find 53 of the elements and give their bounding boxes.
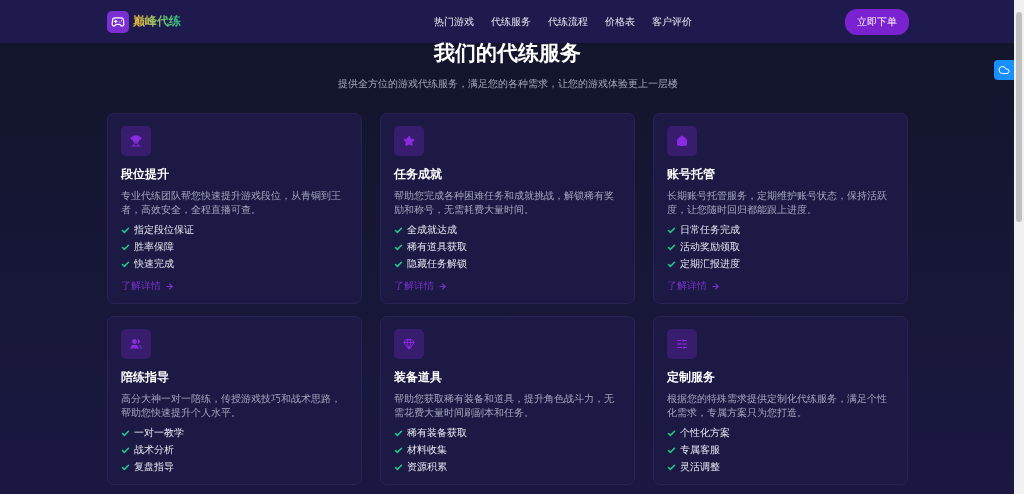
feature-text: 一对一教学 xyxy=(134,426,184,440)
feature-text: 材料收集 xyxy=(407,443,447,457)
card-title: 段位提升 xyxy=(121,166,170,183)
service-icon xyxy=(121,329,151,359)
feature-text: 日常任务完成 xyxy=(680,223,740,237)
arrow-right-icon xyxy=(438,281,447,291)
arrow-right-icon xyxy=(165,281,174,291)
card-title: 任务成就 xyxy=(394,166,443,183)
feature-text: 资源积累 xyxy=(407,460,447,474)
logo-text[interactable]: 巅峰代练 xyxy=(133,13,181,30)
nav-link[interactable]: 代练流程 xyxy=(548,14,588,29)
service-icon xyxy=(394,329,424,359)
service-icon xyxy=(667,329,697,359)
card-description: 帮助您获取稀有装备和道具，提升角色战斗力，无需花费大量时间刷副本和任务。 xyxy=(394,392,615,420)
cloud-widget-button[interactable] xyxy=(994,60,1014,80)
service-icon xyxy=(121,126,151,156)
feature-text: 复盘指导 xyxy=(134,460,174,474)
card-description: 长期账号托管服务，定期维护账号状态，保持活跃度，让您随时回归都能跟上进度。 xyxy=(667,189,888,217)
card-description: 根据您的特殊需求提供定制化代练服务，满足个性化需求，专属方案只为您打造。 xyxy=(667,392,888,420)
feature-text: 全成就达成 xyxy=(407,223,457,237)
order-button[interactable]: 立即下单 xyxy=(845,8,909,35)
service-icon xyxy=(394,126,424,156)
card-title: 装备道具 xyxy=(394,369,443,386)
feature-text: 稀有装备获取 xyxy=(407,426,467,440)
scrollbar[interactable] xyxy=(1014,0,1024,494)
feature-text: 战术分析 xyxy=(134,443,174,457)
feature-text: 隐藏任务解锁 xyxy=(407,257,467,271)
service-icon xyxy=(667,126,697,156)
feature-text: 灵活调整 xyxy=(680,460,720,474)
card-description: 帮助您完成各种困难任务和成就挑战，解锁稀有奖励和称号，无需耗费大量时间。 xyxy=(394,189,615,217)
feature-text: 稀有道具获取 xyxy=(407,240,467,254)
card-title: 陪练指导 xyxy=(121,369,170,386)
scrollbar-thumb[interactable] xyxy=(1016,12,1022,222)
feature-text: 个性化方案 xyxy=(680,426,730,440)
card-description: 专业代练团队帮您快速提升游戏段位，从青铜到王者，高效安全，全程直播可查。 xyxy=(121,189,342,217)
feature-text: 专属客服 xyxy=(680,443,720,457)
gamepad-icon[interactable] xyxy=(107,10,129,33)
feature-text: 快速完成 xyxy=(134,257,174,271)
feature-text: 胜率保障 xyxy=(134,240,174,254)
feature-text: 指定段位保证 xyxy=(134,223,194,237)
nav-link[interactable]: 热门游戏 xyxy=(434,14,474,29)
feature-text: 活动奖励领取 xyxy=(680,240,740,254)
card-title: 定制服务 xyxy=(667,369,716,386)
arrow-right-icon xyxy=(711,281,720,291)
cloud-icon xyxy=(998,64,1010,76)
nav-link[interactable]: 客户评价 xyxy=(652,14,692,29)
feature-text: 定期汇报进度 xyxy=(680,257,740,271)
section-subtitle: 提供全方位的游戏代练服务，满足您的各种需求，让您的游戏体验更上一层楼 xyxy=(337,77,678,91)
card-description: 高分大神一对一陪练，传授游戏技巧和战术思路，帮助您快速提升个人水平。 xyxy=(121,392,342,420)
nav-link[interactable]: 代练服务 xyxy=(491,14,531,29)
nav-link[interactable]: 价格表 xyxy=(605,14,635,29)
card-title: 账号托管 xyxy=(667,166,716,183)
section-title: 我们的代练服务 xyxy=(434,40,581,67)
